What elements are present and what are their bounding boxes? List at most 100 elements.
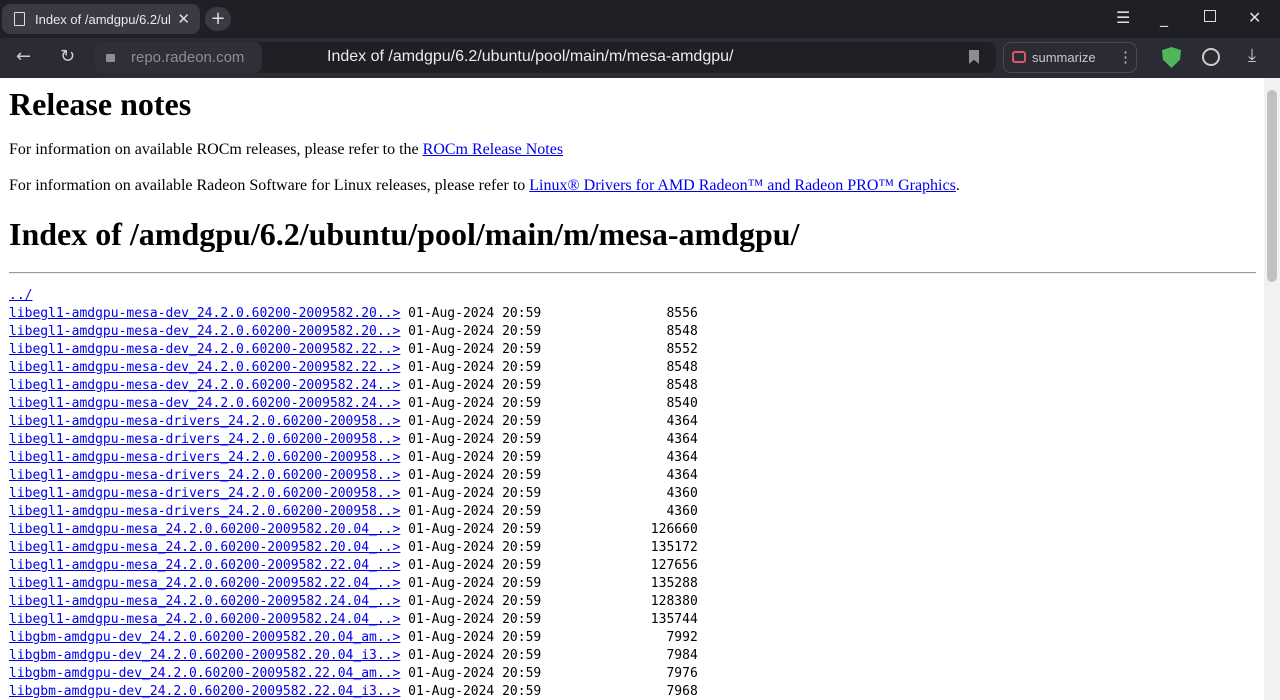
file-link[interactable]: libgbm-amdgpu-dev_24.2.0.60200-2009582.2… [9, 666, 400, 681]
file-link[interactable]: libgbm-amdgpu-dev_24.2.0.60200-2009582.2… [9, 630, 400, 645]
file-row: libgbm-amdgpu-dev_24.2.0.60200-2009582.2… [9, 630, 698, 645]
file-listing: ../ libegl1-amdgpu-mesa-dev_24.2.0.60200… [8, 287, 1256, 700]
file-size: 4364 [541, 468, 698, 483]
radeon-text: For information on available Radeon Soft… [9, 177, 530, 194]
parent-directory-link[interactable]: ../ [9, 288, 32, 303]
file-row: libegl1-amdgpu-mesa-dev_24.2.0.60200-200… [9, 324, 698, 339]
file-row: libegl1-amdgpu-mesa-drivers_24.2.0.60200… [9, 486, 698, 501]
close-tab-icon[interactable]: ✕ [177, 10, 190, 28]
file-size: 135744 [541, 612, 698, 627]
file-link[interactable]: libegl1-amdgpu-mesa-dev_24.2.0.60200-200… [9, 378, 400, 393]
file-link[interactable]: libegl1-amdgpu-mesa_24.2.0.60200-2009582… [9, 540, 400, 555]
file-link[interactable]: libegl1-amdgpu-mesa_24.2.0.60200-2009582… [9, 558, 400, 573]
file-size: 4364 [541, 450, 698, 465]
file-size: 8548 [541, 360, 698, 375]
file-link[interactable]: libegl1-amdgpu-mesa-drivers_24.2.0.60200… [9, 414, 400, 429]
file-link[interactable]: libegl1-amdgpu-mesa_24.2.0.60200-2009582… [9, 612, 400, 627]
file-link[interactable]: libegl1-amdgpu-mesa-dev_24.2.0.60200-200… [9, 342, 400, 357]
file-row: libegl1-amdgpu-mesa-dev_24.2.0.60200-200… [9, 378, 698, 393]
tab-title: Index of /amdgpu/6.2/ubuntu/pool/main/m/… [35, 11, 170, 27]
new-tab-button[interactable]: + [205, 7, 231, 31]
file-size: 128380 [541, 594, 698, 609]
file-date: 01-Aug-2024 20:59 [400, 612, 542, 627]
media-play-icon[interactable] [1202, 48, 1220, 66]
file-link[interactable]: libegl1-amdgpu-mesa-dev_24.2.0.60200-200… [9, 324, 400, 339]
file-size: 127656 [541, 558, 698, 573]
adguard-shield-icon[interactable] [1162, 47, 1181, 68]
file-date: 01-Aug-2024 20:59 [400, 630, 542, 645]
file-date: 01-Aug-2024 20:59 [400, 360, 542, 375]
more-icon[interactable]: ⋮ [1118, 48, 1133, 66]
file-row: libegl1-amdgpu-mesa-dev_24.2.0.60200-200… [9, 342, 698, 357]
scrollbar[interactable] [1264, 78, 1280, 700]
maximize-icon[interactable] [1204, 10, 1216, 22]
period: . [955, 177, 960, 194]
file-date: 01-Aug-2024 20:59 [400, 684, 542, 699]
file-link[interactable]: libegl1-amdgpu-mesa-dev_24.2.0.60200-200… [9, 360, 400, 375]
close-window-icon[interactable]: ✕ [1248, 8, 1261, 27]
address-bar[interactable]: repo.radeon.com Index of /amdgpu/6.2/ubu… [94, 42, 996, 73]
file-date: 01-Aug-2024 20:59 [400, 576, 542, 591]
divider [9, 272, 1256, 274]
file-size: 4360 [541, 504, 698, 519]
file-row: libegl1-amdgpu-mesa-drivers_24.2.0.60200… [9, 468, 698, 483]
file-size: 7968 [541, 684, 698, 699]
file-date: 01-Aug-2024 20:59 [400, 414, 542, 429]
bookmark-icon[interactable] [969, 50, 979, 64]
file-size: 8548 [541, 324, 698, 339]
file-row: libegl1-amdgpu-mesa-dev_24.2.0.60200-200… [9, 396, 698, 411]
file-link[interactable]: libegl1-amdgpu-mesa-drivers_24.2.0.60200… [9, 432, 400, 447]
file-size: 4364 [541, 414, 698, 429]
file-size: 8556 [541, 306, 698, 321]
summarize-label: summarize [1032, 50, 1096, 65]
url-host: repo.radeon.com [131, 49, 245, 66]
file-link[interactable]: libegl1-amdgpu-mesa_24.2.0.60200-2009582… [9, 576, 400, 591]
file-date: 01-Aug-2024 20:59 [400, 486, 542, 501]
file-link[interactable]: libegl1-amdgpu-mesa-drivers_24.2.0.60200… [9, 486, 400, 501]
rocm-release-notes-link[interactable]: ROCm Release Notes [423, 141, 563, 158]
file-link[interactable]: libegl1-amdgpu-mesa-drivers_24.2.0.60200… [9, 450, 400, 465]
back-icon[interactable]: ← [16, 46, 31, 67]
file-link[interactable]: libgbm-amdgpu-dev_24.2.0.60200-2009582.2… [9, 684, 400, 699]
file-link[interactable]: libegl1-amdgpu-mesa_24.2.0.60200-2009582… [9, 594, 400, 609]
rocm-paragraph: For information on available ROCm releas… [8, 141, 1256, 159]
file-date: 01-Aug-2024 20:59 [400, 396, 542, 411]
file-date: 01-Aug-2024 20:59 [400, 432, 542, 447]
file-size: 4360 [541, 486, 698, 501]
minimize-icon[interactable]: _ [1160, 8, 1168, 27]
page-icon [14, 12, 25, 26]
file-link[interactable]: libegl1-amdgpu-mesa-drivers_24.2.0.60200… [9, 504, 400, 519]
file-size: 7976 [541, 666, 698, 681]
tab-active[interactable]: Index of /amdgpu/6.2/ubuntu/pool/main/m/… [2, 4, 200, 34]
file-date: 01-Aug-2024 20:59 [400, 324, 542, 339]
file-link[interactable]: libegl1-amdgpu-mesa_24.2.0.60200-2009582… [9, 522, 400, 537]
file-row: libegl1-amdgpu-mesa-drivers_24.2.0.60200… [9, 432, 698, 447]
summarize-button[interactable]: summarize ⋮ [1003, 42, 1137, 73]
file-link[interactable]: libegl1-amdgpu-mesa-drivers_24.2.0.60200… [9, 468, 400, 483]
file-size: 8552 [541, 342, 698, 357]
file-date: 01-Aug-2024 20:59 [400, 558, 542, 573]
file-date: 01-Aug-2024 20:59 [400, 450, 542, 465]
url-page-title: Index of /amdgpu/6.2/ubuntu/pool/main/m/… [327, 48, 734, 65]
file-date: 01-Aug-2024 20:59 [400, 468, 542, 483]
file-date: 01-Aug-2024 20:59 [400, 648, 542, 663]
reload-icon[interactable]: ↻ [60, 46, 75, 67]
file-date: 01-Aug-2024 20:59 [400, 504, 542, 519]
file-date: 01-Aug-2024 20:59 [400, 342, 542, 357]
file-link[interactable]: libegl1-amdgpu-mesa-dev_24.2.0.60200-200… [9, 396, 400, 411]
file-link[interactable]: libgbm-amdgpu-dev_24.2.0.60200-2009582.2… [9, 648, 400, 663]
file-size: 8540 [541, 396, 698, 411]
file-size: 135172 [541, 540, 698, 555]
file-size: 4364 [541, 432, 698, 447]
file-row: libegl1-amdgpu-mesa_24.2.0.60200-2009582… [9, 576, 698, 591]
file-row: libegl1-amdgpu-mesa_24.2.0.60200-2009582… [9, 558, 698, 573]
page-content: Release notes For information on availab… [0, 78, 1264, 700]
file-date: 01-Aug-2024 20:59 [400, 540, 542, 555]
download-icon[interactable]: ⤓ [1248, 45, 1256, 66]
release-notes-heading: Release notes [9, 86, 192, 122]
file-link[interactable]: libegl1-amdgpu-mesa-dev_24.2.0.60200-200… [9, 306, 400, 321]
scrollbar-thumb[interactable] [1267, 90, 1277, 282]
file-row: libegl1-amdgpu-mesa_24.2.0.60200-2009582… [9, 594, 698, 609]
linux-drivers-link[interactable]: Linux® Drivers for AMD Radeon™ and Radeo… [529, 177, 956, 194]
menu-icon[interactable]: ☰ [1116, 8, 1130, 27]
